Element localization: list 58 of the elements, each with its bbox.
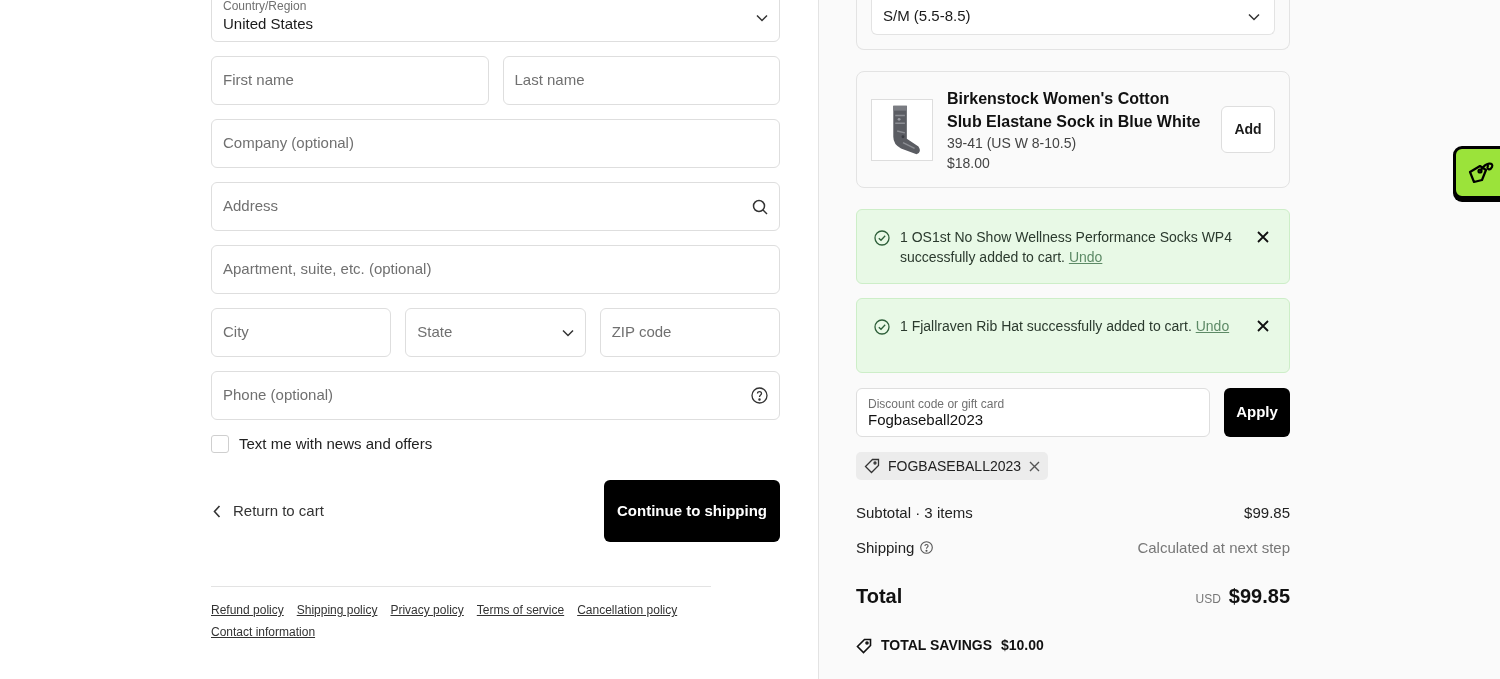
tag-icon xyxy=(1466,159,1496,186)
tag-icon xyxy=(864,458,880,474)
chevron-down-icon xyxy=(756,13,768,22)
subtotal-value: $99.85 xyxy=(1244,503,1290,523)
chevron-left-icon xyxy=(213,504,221,518)
footer-link[interactable]: Contact information xyxy=(211,623,316,641)
add-button[interactable]: Add xyxy=(1221,106,1275,153)
notice-text: 1 OS1st No Show Wellness Performance Socks WP4 successfully added to cart. Undo xyxy=(900,228,1233,267)
undo-link[interactable]: Undo xyxy=(1195,318,1230,334)
check-circle-icon xyxy=(874,319,890,335)
shipping-value: Calculated at next step xyxy=(1137,537,1290,558)
subtotal-label: Subtotal · 3 items xyxy=(856,503,973,523)
product-name: Birkenstock Women's Cotton Slub Elastane Sock in Blue White xyxy=(947,88,1202,132)
discount-tag: FOGBASEBALL2023 xyxy=(856,452,1049,480)
help-icon xyxy=(751,387,768,404)
total-value: $99.85 xyxy=(1228,584,1290,609)
check-circle-icon xyxy=(874,230,890,246)
chevron-down-icon xyxy=(1248,12,1260,21)
return-link[interactable]: Return to cart xyxy=(211,499,324,523)
footer-link[interactable]: Privacy policy xyxy=(390,601,464,619)
currency-label: USD xyxy=(1195,591,1221,608)
input-field[interactable]: City xyxy=(211,308,392,357)
address-field[interactable]: Address xyxy=(211,182,780,231)
footer-link[interactable]: Refund policy xyxy=(211,601,284,619)
select-field[interactable]: Country/Region United States xyxy=(211,0,780,42)
footer-link[interactable]: Shipping policy xyxy=(296,601,378,619)
undo-link[interactable]: Undo xyxy=(1068,249,1103,265)
search-icon xyxy=(752,198,768,215)
remove-icon[interactable] xyxy=(1029,460,1041,472)
tag-icon xyxy=(856,637,872,654)
checkbox-label: Text me with news and offers xyxy=(239,433,433,454)
continue-button[interactable]: Continue to shipping xyxy=(604,480,780,542)
field-label: Country/Region xyxy=(223,0,308,14)
close-icon[interactable] xyxy=(1257,320,1269,332)
footer-link[interactable]: Cancellation policy xyxy=(577,601,678,619)
notice-text: 1 Fjallraven Rib Hat successfully added to cart. Undo xyxy=(900,317,1231,336)
select-field[interactable]: State xyxy=(405,308,586,357)
tag-button[interactable] xyxy=(1453,146,1500,199)
total-label: Total xyxy=(856,584,903,609)
savings-label: TOTAL SAVINGS xyxy=(881,636,992,655)
savings-value: $10.00 xyxy=(1001,636,1044,655)
apply-button[interactable]: Apply xyxy=(1224,388,1290,437)
input-field[interactable]: Last name xyxy=(502,56,780,105)
chevron-down-icon xyxy=(561,328,574,337)
discount-field[interactable]: Discount code or gift card Fogbaseball2023 xyxy=(856,388,1210,437)
size-select[interactable]: S/M (5.5-8.5) xyxy=(871,0,1275,35)
help-icon[interactable] xyxy=(920,541,934,555)
input-field[interactable]: Apartment, suite, etc. (optional) xyxy=(211,245,780,294)
input-field[interactable]: First name xyxy=(211,56,489,105)
footer-link[interactable]: Terms of service xyxy=(476,601,565,619)
shipping-label: Shipping xyxy=(856,537,915,558)
close-icon[interactable] xyxy=(1257,231,1269,243)
product-variant: 39-41 (US W 8-10.5) xyxy=(947,133,1078,153)
product-price: $18.00 xyxy=(947,153,991,173)
phone-field[interactable]: Phone (optional) xyxy=(211,371,780,420)
input-field[interactable]: ZIP code xyxy=(599,308,780,357)
input-field[interactable]: Company (optional) xyxy=(211,119,780,168)
checkbox[interactable] xyxy=(211,435,229,453)
